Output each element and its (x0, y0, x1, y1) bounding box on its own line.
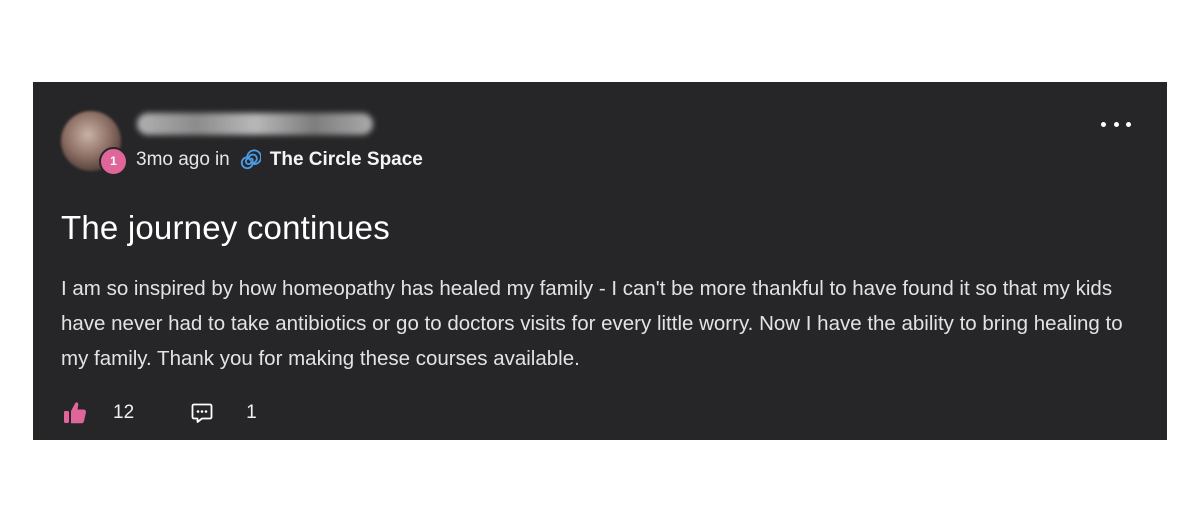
like-count: 12 (113, 402, 135, 423)
comment-icon (191, 403, 213, 423)
comment-count: 1 (246, 402, 257, 423)
thumbs-up-icon (64, 402, 86, 424)
post-body: I am so inspired by how homeopathy has h… (61, 277, 1123, 370)
like-button[interactable]: 12 (61, 399, 134, 427)
space-link[interactable]: The Circle Space (270, 149, 423, 171)
more-horizontal-icon (1126, 121, 1131, 127)
post-card: 1 3mo ago in The Circle Space The journe… (33, 82, 1167, 440)
more-horizontal-icon (1113, 121, 1119, 127)
more-options-button[interactable] (1101, 116, 1131, 132)
meta-in-label: in (214, 149, 230, 170)
spiral-icon (240, 149, 261, 170)
more-horizontal-icon (1101, 121, 1106, 127)
level-badge: 1 (99, 147, 128, 176)
post-title[interactable]: The journey continues (61, 209, 390, 247)
post-time[interactable]: 3mo ago (136, 149, 210, 171)
post-meta: 3mo ago in The Circle Space (136, 148, 423, 172)
comment-button[interactable]: 1 (190, 401, 257, 425)
author-name-redacted[interactable] (137, 113, 373, 135)
post-actions: 12 1 (61, 398, 257, 428)
